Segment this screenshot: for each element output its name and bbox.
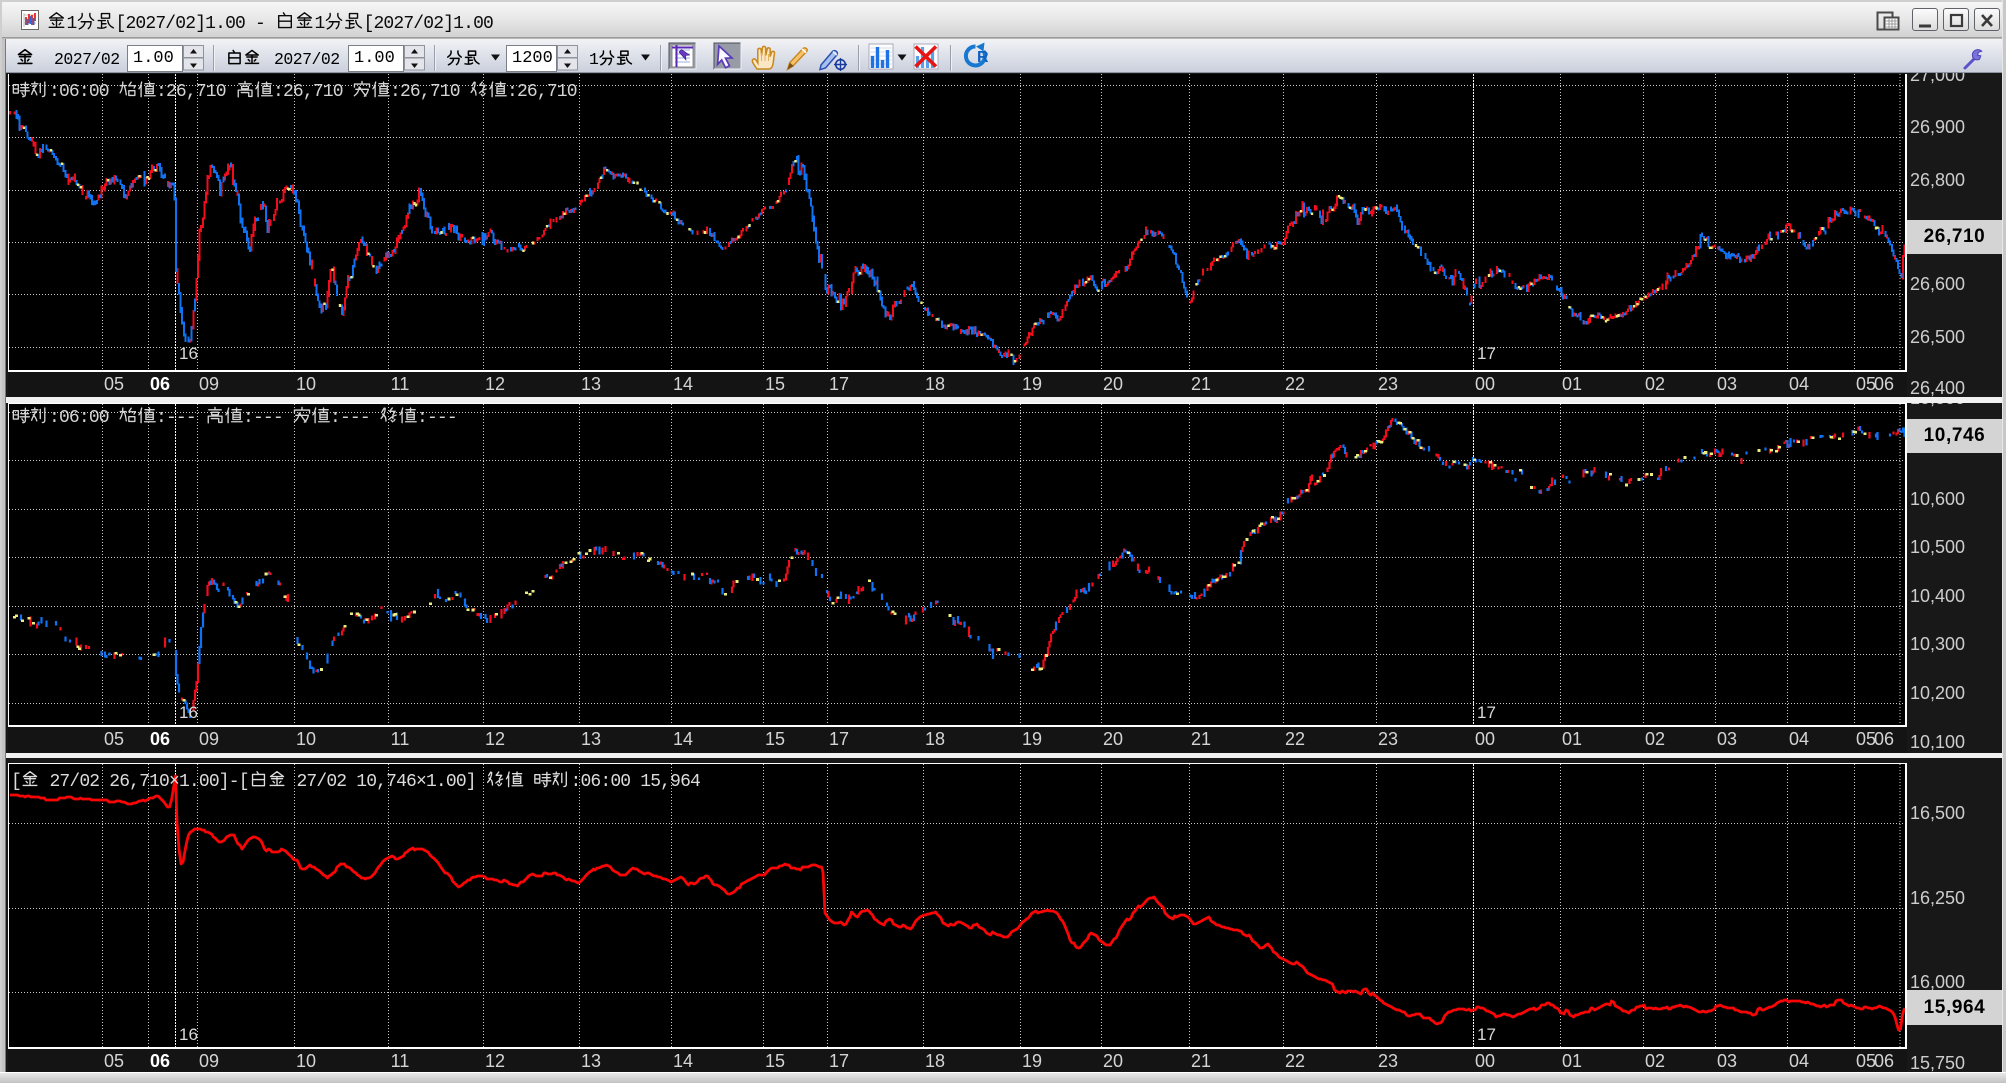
svg-text::---: :--- <box>156 408 206 428</box>
svg-text:27/02 26,710×1.00]-[: 27/02 26,710×1.00]-[ <box>40 772 249 792</box>
svg-text::---: :--- <box>243 408 293 428</box>
svg-text:[: [ <box>11 772 21 792</box>
svg-text::26,710: :26,710 <box>507 82 577 102</box>
svg-text::06:00: :06:00 <box>49 408 119 428</box>
svg-text::26,710: :26,710 <box>390 82 470 102</box>
svg-text::---: :--- <box>330 408 380 428</box>
svg-text::06:00 15,964: :06:00 15,964 <box>571 772 701 792</box>
svg-text::26,710: :26,710 <box>273 82 353 102</box>
svg-text::---: :--- <box>417 408 457 428</box>
svg-text:27/02 10,746×1.00]: 27/02 10,746×1.00] <box>287 772 486 792</box>
svg-text::06:00: :06:00 <box>49 82 119 102</box>
svg-text::26,710: :26,710 <box>156 82 236 102</box>
